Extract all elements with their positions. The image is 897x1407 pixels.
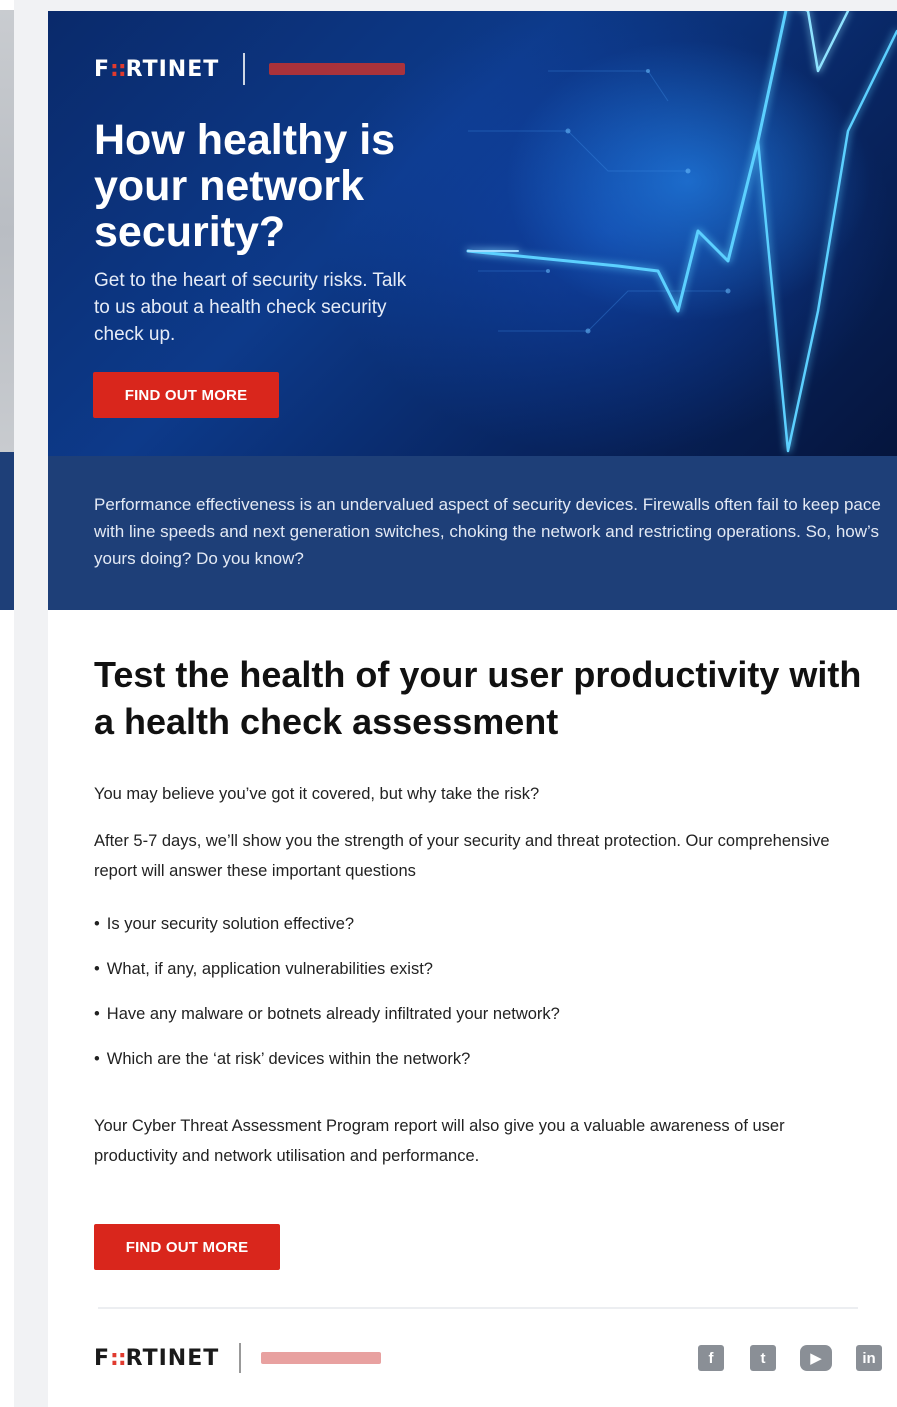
intro-paragraph: You may believe you’ve got it covered, b… <box>94 785 540 803</box>
awareness-paragraph: Your Cyber Threat Assessment Program rep… <box>94 1117 785 1165</box>
facebook-icon[interactable]: f <box>698 1345 724 1371</box>
list-item-text: Which are the ‘at risk’ devices within t… <box>106 1050 471 1068</box>
footer-logo-row: F::RTINET <box>94 1343 382 1373</box>
list-item-text: Is your security solution effective? <box>106 915 355 933</box>
bullet-icon: • <box>94 960 100 978</box>
footer-logo-divider <box>239 1343 242 1373</box>
report-paragraph: After 5-7 days, we’ll show you the stren… <box>94 832 830 880</box>
twitter-icon[interactable]: t <box>750 1345 776 1371</box>
hero-logo-row: F::RTINET <box>94 53 406 85</box>
background-band <box>0 452 14 610</box>
logo-mark: :: <box>110 1345 127 1371</box>
list-item: • Which are the ‘at risk’ devices within … <box>94 1048 854 1071</box>
linkedin-icon[interactable]: in <box>856 1345 882 1371</box>
background-white <box>0 610 14 1407</box>
logo-prefix: F <box>94 1345 111 1371</box>
questions-list: • Is your security solution effective? • W… <box>94 913 854 1093</box>
bullet-icon: • <box>94 1050 100 1068</box>
list-item-text: What, if any, application vulnerabilitie… <box>106 960 433 978</box>
list-item-text: Have any malware or botnets already infi… <box>106 1005 560 1023</box>
youtube-icon[interactable]: ▶ <box>800 1345 832 1371</box>
background-page-left <box>0 0 14 1407</box>
footer-fortinet-logo[interactable]: F::RTINET <box>94 1346 219 1371</box>
email-card: F::RTINET How healthy is your network se… <box>48 11 897 1407</box>
list-item: • Is your security solution effective? <box>94 913 854 936</box>
section-heading: Test the health of your user productivit… <box>94 654 862 742</box>
logo-prefix: F <box>94 56 111 82</box>
footer-tag-bar <box>261 1352 382 1364</box>
bullet-icon: • <box>94 915 100 933</box>
footer-divider-line <box>98 1307 858 1309</box>
intro-band-text: Performance effectiveness is an underval… <box>94 495 881 568</box>
background-image <box>0 10 14 452</box>
list-item: • Have any malware or botnets already inf… <box>94 1003 854 1026</box>
logo-suffix: RTINET <box>125 56 220 82</box>
fortinet-logo[interactable]: F::RTINET <box>94 57 219 82</box>
logo-suffix: RTINET <box>125 1345 220 1371</box>
bullet-icon: • <box>94 1005 100 1023</box>
list-item: • What, if any, application vulnerabiliti… <box>94 958 854 981</box>
intro-band: Performance effectiveness is an underval… <box>48 456 897 610</box>
logo-mark: :: <box>110 56 127 82</box>
hero-find-out-more-button[interactable]: FIND OUT MORE <box>93 372 279 418</box>
hero-banner: F::RTINET How healthy is your network se… <box>48 11 897 456</box>
body-find-out-more-button[interactable]: FIND OUT MORE <box>94 1224 280 1270</box>
logo-divider <box>243 53 246 85</box>
logo-tag-bar <box>269 63 406 75</box>
hero-subtitle: Get to the heart of security risks. Talk… <box>94 270 407 345</box>
hero-title: How healthy is your network security? <box>94 116 396 256</box>
